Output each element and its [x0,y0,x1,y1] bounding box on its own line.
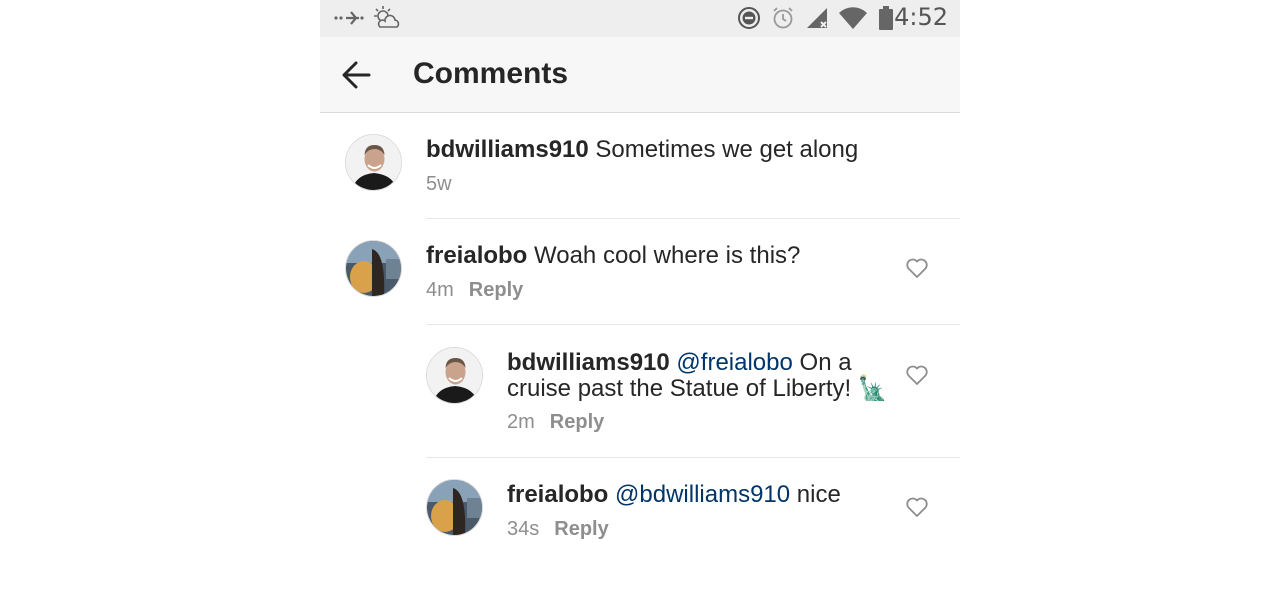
comment-reply-item: bdwilliams910 @freialobo On a cruise pas… [320,325,960,457]
comment-body: nice [796,481,841,508]
page-title: Comments [413,57,569,90]
comment-text: freialobo Woah cool where is this? [426,243,886,269]
heart-icon[interactable] [905,364,929,386]
status-bar: 4:52 [320,0,960,37]
comment-timestamp: 5w [426,173,452,195]
app-header: Comments [320,37,960,113]
comment-caption: bdwilliams910 Sometimes we get along 5w [320,113,960,218]
heart-icon[interactable] [905,496,929,518]
comment-text: bdwilliams910 Sometimes we get along [426,137,906,163]
comment-username[interactable]: freialobo [426,242,527,269]
comment-text: freialobo @bdwilliams910 nice [507,482,897,508]
alarm-icon [770,4,796,32]
comment-username[interactable]: bdwilliams910 [507,349,670,376]
comment-timestamp: 4m [426,279,454,301]
reply-button[interactable]: Reply [550,411,604,434]
comment-meta: 34s Reply [507,518,609,541]
back-arrow-icon [342,61,371,89]
mention-link[interactable]: @bdwilliams910 [615,481,790,508]
back-button[interactable] [334,55,378,95]
comment-username[interactable]: bdwilliams910 [426,136,589,163]
reply-button[interactable]: Reply [554,518,608,541]
comment-meta: 5w [426,173,452,196]
avatar[interactable] [345,240,402,297]
comment-body: Woah cool where is this? [534,242,801,269]
comment-meta: 2m Reply [507,411,604,434]
comment-timestamp: 34s [507,518,540,540]
heart-icon[interactable] [905,257,929,279]
battery-icon [876,4,896,32]
comment-reply-item: freialobo @bdwilliams910 nice 34s Reply [320,458,960,563]
signal-icon [804,4,830,32]
comment-body: Sometimes we get along [595,136,859,163]
comment-username[interactable]: freialobo [507,481,608,508]
comment-text: bdwilliams910 @freialobo On a cruise pas… [507,350,897,402]
avatar[interactable] [426,479,483,536]
comment-meta: 4m Reply [426,279,523,302]
airplane-dotted-icon [334,4,364,32]
reply-button[interactable]: Reply [469,279,523,302]
mention-link[interactable]: @freialobo [676,349,792,376]
do-not-disturb-icon [736,4,762,32]
comments-screen: 4:52 Comments bdwilliams910 Sometimes we… [320,0,960,590]
comment-item: freialobo Woah cool where is this? 4m Re… [320,219,960,324]
weather-icon [371,4,401,32]
wifi-icon [838,4,868,32]
avatar[interactable] [426,347,483,404]
comment-timestamp: 2m [507,411,535,433]
status-time: 4:52 [894,3,948,31]
avatar[interactable] [345,134,402,191]
